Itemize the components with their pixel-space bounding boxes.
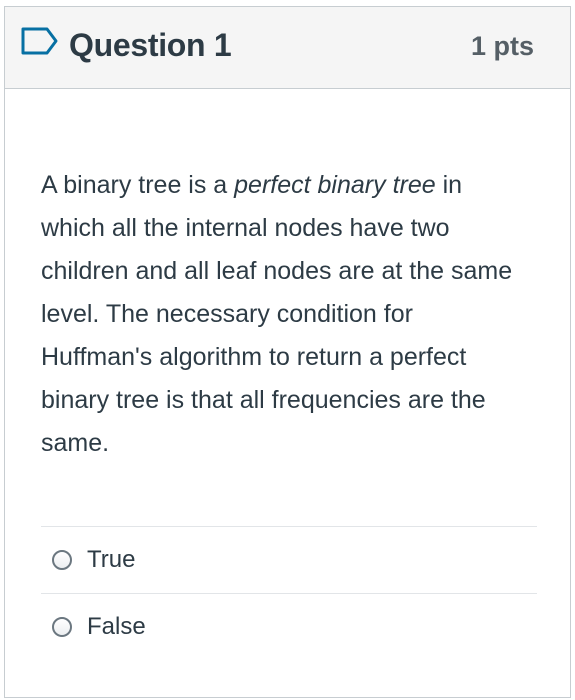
- answer-option-false[interactable]: False: [41, 593, 537, 660]
- question-text: A binary tree is a perfect binary tree i…: [41, 164, 531, 465]
- radio-button[interactable]: [52, 617, 72, 637]
- answer-option-true[interactable]: True: [41, 526, 537, 593]
- question-title: Question 1: [69, 27, 232, 63]
- question-text-part: A binary tree is a: [41, 171, 235, 199]
- answer-label: False: [87, 613, 146, 640]
- radio-button[interactable]: [52, 550, 72, 570]
- flag-icon[interactable]: [20, 26, 60, 56]
- question-text-emphasis: perfect binary tree: [234, 171, 436, 199]
- question-points: 1 pts: [470, 31, 534, 61]
- answer-list: True False: [41, 526, 537, 660]
- question-header: Question 1 1 pts: [5, 7, 570, 89]
- question-text-part: in which all the internal nodes have two…: [41, 171, 513, 457]
- answer-label: True: [87, 546, 136, 573]
